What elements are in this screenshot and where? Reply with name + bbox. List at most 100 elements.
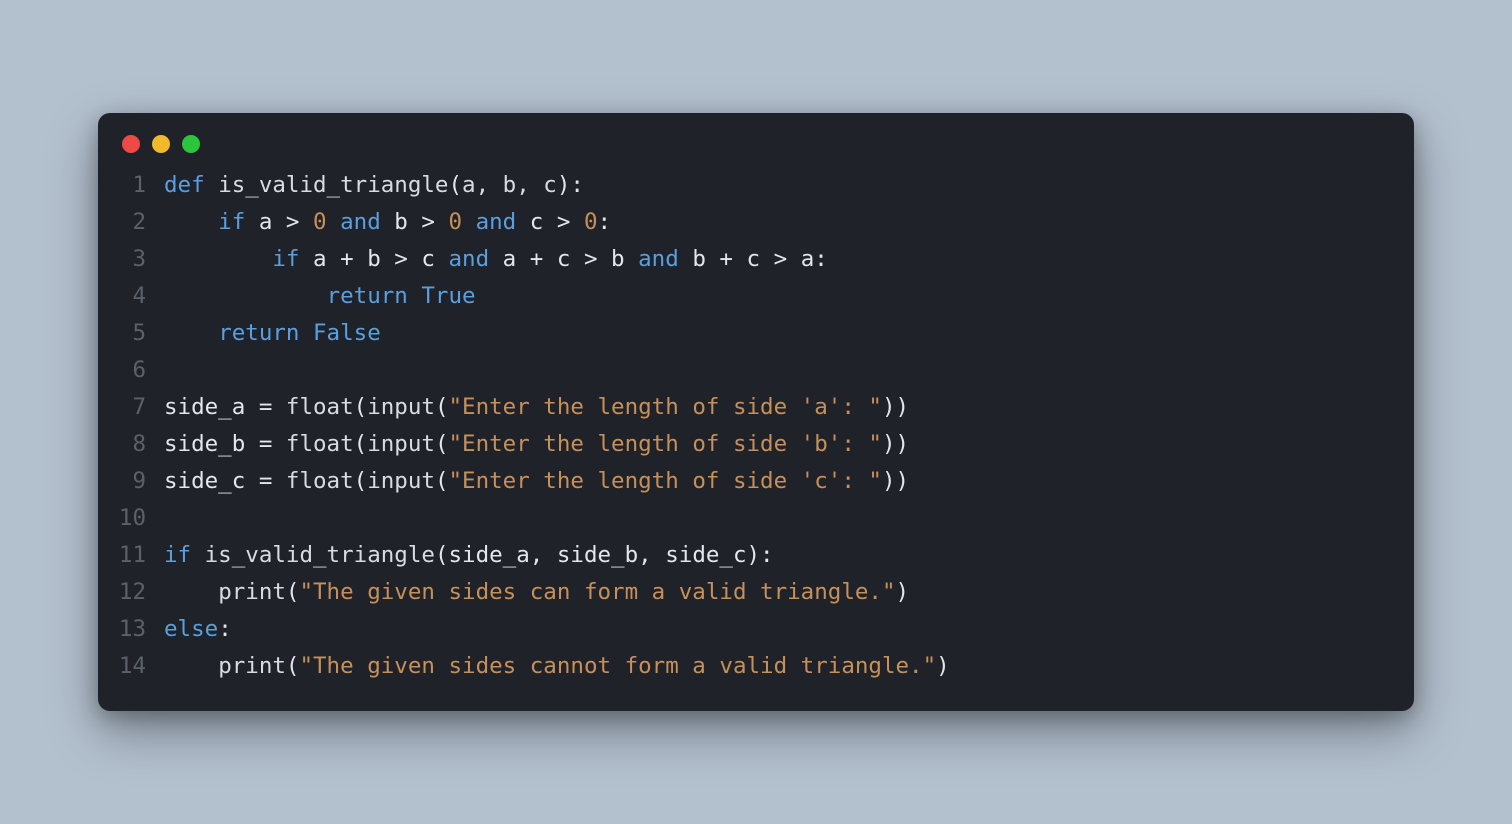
code-content[interactable]: return False xyxy=(164,315,381,352)
token-op: ( xyxy=(435,394,449,420)
token-str: "Enter the length of side 'b': " xyxy=(448,431,881,457)
token-op: = xyxy=(259,431,286,457)
code-line: 14 print("The given sides cannot form a … xyxy=(118,648,1394,685)
token-op: )) xyxy=(882,394,909,420)
token-id: side_b xyxy=(164,431,259,457)
token-kw: return xyxy=(327,283,422,309)
line-number: 11 xyxy=(118,537,164,574)
token-op: ) xyxy=(557,172,571,198)
code-line: 11if is_valid_triangle(side_a, side_b, s… xyxy=(118,537,1394,574)
token-op: ) xyxy=(896,579,910,605)
line-number: 6 xyxy=(118,352,164,389)
code-line: 8side_b = float(input("Enter the length … xyxy=(118,426,1394,463)
token-op: > xyxy=(774,246,801,272)
code-line: 2 if a > 0 and b > 0 and c > 0: xyxy=(118,204,1394,241)
token-id: a xyxy=(503,246,530,272)
token-call: float xyxy=(286,394,354,420)
token-call: is_valid_triangle xyxy=(205,542,435,568)
token-kw: and xyxy=(638,246,692,272)
line-number: 9 xyxy=(118,463,164,500)
token-op: : xyxy=(814,246,828,272)
token-op: > xyxy=(394,246,421,272)
window-titlebar xyxy=(98,113,1414,167)
code-line: 13else: xyxy=(118,611,1394,648)
token-call: float xyxy=(286,431,354,457)
token-op: ) xyxy=(747,542,761,568)
token-op: > xyxy=(286,209,313,235)
token-id: c xyxy=(530,209,557,235)
token-code xyxy=(164,209,218,235)
window-minimize-icon[interactable] xyxy=(152,135,170,153)
token-call: print xyxy=(218,579,286,605)
token-code xyxy=(164,653,218,679)
code-line: 3 if a + b > c and a + c > b and b + c >… xyxy=(118,241,1394,278)
token-code xyxy=(164,283,327,309)
token-str: "The given sides can form a valid triang… xyxy=(299,579,895,605)
code-line: 7side_a = float(input("Enter the length … xyxy=(118,389,1394,426)
token-kw: else xyxy=(164,616,218,642)
window-close-icon[interactable] xyxy=(122,135,140,153)
window-maximize-icon[interactable] xyxy=(182,135,200,153)
line-number: 14 xyxy=(118,648,164,685)
token-op: : xyxy=(570,172,584,198)
code-content[interactable]: side_c = float(input("Enter the length o… xyxy=(164,463,909,500)
line-number: 13 xyxy=(118,611,164,648)
token-call: input xyxy=(367,431,435,457)
code-window: 1def is_valid_triangle(a, b, c):2 if a >… xyxy=(98,113,1414,711)
token-op: + xyxy=(530,246,557,272)
code-content[interactable]: return True xyxy=(164,278,476,315)
line-number: 5 xyxy=(118,315,164,352)
code-content[interactable]: print("The given sides can form a valid … xyxy=(164,574,909,611)
token-bool: True xyxy=(421,283,475,309)
code-content[interactable]: print("The given sides cannot form a val… xyxy=(164,648,950,685)
line-number: 4 xyxy=(118,278,164,315)
token-kw: if xyxy=(164,542,205,568)
line-number: 1 xyxy=(118,167,164,204)
token-op: ( xyxy=(354,394,368,420)
token-bool: False xyxy=(313,320,381,346)
code-line: 9side_c = float(input("Enter the length … xyxy=(118,463,1394,500)
token-op: = xyxy=(259,468,286,494)
token-id: side_a, side_b, side_c xyxy=(448,542,746,568)
token-id: side_a xyxy=(164,394,259,420)
token-num: 0 xyxy=(584,209,598,235)
token-op: : xyxy=(760,542,774,568)
token-num: 0 xyxy=(448,209,462,235)
token-id: b xyxy=(394,209,421,235)
token-call: input xyxy=(367,394,435,420)
token-op: > xyxy=(557,209,584,235)
token-op: ( xyxy=(286,579,300,605)
line-number: 3 xyxy=(118,241,164,278)
token-kw: and xyxy=(462,209,530,235)
code-line: 4 return True xyxy=(118,278,1394,315)
line-number: 2 xyxy=(118,204,164,241)
token-op: + xyxy=(719,246,746,272)
token-op: )) xyxy=(882,431,909,457)
token-call: input xyxy=(367,468,435,494)
code-content[interactable]: side_a = float(input("Enter the length o… xyxy=(164,389,909,426)
token-code xyxy=(164,320,218,346)
token-id: c xyxy=(747,246,774,272)
token-fn: is_valid_triangle xyxy=(218,172,448,198)
token-id: c xyxy=(557,246,584,272)
code-line: 12 print("The given sides can form a val… xyxy=(118,574,1394,611)
token-kw: and xyxy=(448,246,502,272)
code-line: 1def is_valid_triangle(a, b, c): xyxy=(118,167,1394,204)
token-op: ( xyxy=(448,172,462,198)
code-content[interactable]: if a + b > c and a + c > b and b + c > a… xyxy=(164,241,828,278)
token-op: ( xyxy=(286,653,300,679)
code-content[interactable]: else: xyxy=(164,611,232,648)
code-content[interactable]: if a > 0 and b > 0 and c > 0: xyxy=(164,204,611,241)
token-op: ( xyxy=(354,468,368,494)
token-id: side_c xyxy=(164,468,259,494)
token-code xyxy=(164,579,218,605)
code-content[interactable]: def is_valid_triangle(a, b, c): xyxy=(164,167,584,204)
token-kw: return xyxy=(218,320,313,346)
token-op: ( xyxy=(435,542,449,568)
code-content[interactable]: side_b = float(input("Enter the length o… xyxy=(164,426,909,463)
code-line: 10 xyxy=(118,500,1394,537)
token-op: : xyxy=(218,616,232,642)
token-op: + xyxy=(340,246,367,272)
code-editor[interactable]: 1def is_valid_triangle(a, b, c):2 if a >… xyxy=(98,167,1414,685)
code-content[interactable]: if is_valid_triangle(side_a, side_b, sid… xyxy=(164,537,774,574)
